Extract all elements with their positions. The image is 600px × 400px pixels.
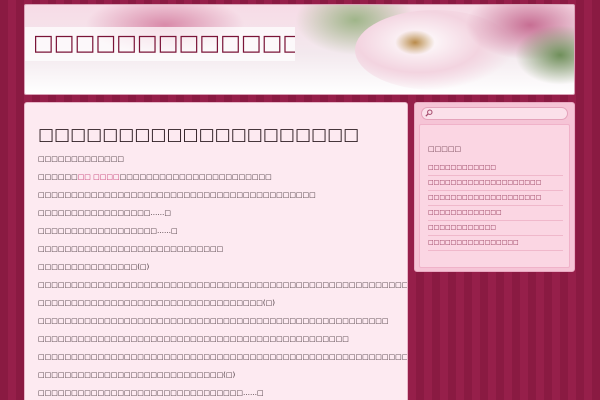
paragraph-text: □□□□□□□□□□□□□□□□□□□□□□□ <box>119 173 272 181</box>
widget-list: □□□□□□□□□□□□ □□□□□□□□□□□□□□□□□□□□ □□□□□□… <box>428 161 563 251</box>
search-input[interactable] <box>436 109 564 118</box>
paragraph: □□□□□□□□□□□□□□□□□□□□□□□□□□□□□□□□□□□□□□□□… <box>38 191 316 199</box>
widget-link[interactable]: □□□□□□□□□□□□□□□□□□□□ <box>428 191 563 206</box>
paragraph: □□□□□□□□□□□□□□□(□) <box>38 263 150 271</box>
post-title[interactable]: □□□□□□□□□□□□□□□□□□□□ <box>38 125 395 145</box>
paragraph: □□□□□□□□□□□□□□□□□□□□□□□□□□□□□□□□□□(□) <box>38 299 275 307</box>
widget-link[interactable]: □□□□□□□□□□□□□□□□ <box>428 236 563 251</box>
widget-title: □□□□□ <box>428 145 462 153</box>
recent-posts-widget: □□□□□ □□□□□□□□□□□□ □□□□□□□□□□□□□□□□□□□□ … <box>419 124 570 268</box>
post-body: □□□□□□□□□□□□□ □□□□□□□□ □□□□□□□□□□□□□□□□□… <box>38 155 408 397</box>
widget-link[interactable]: □□□□□□□□□□□□□□□□□□□□ <box>428 176 563 191</box>
paragraph: □□□□□□□□□□□□□□□□□……□ <box>38 209 172 217</box>
sidebar: □□□□□ □□□□□□□□□□□□ □□□□□□□□□□□□□□□□□□□□ … <box>414 102 575 272</box>
paragraph: □□□□□□□□□□□□□□□□□□□□□□□□□□□□□□□□□□□□□□□□… <box>38 335 349 343</box>
paragraph: □□□□□□□□□□□□□□□□□□……□ <box>38 227 178 235</box>
site-header: □□□□□□□□□□□□□□□□□□□□ <box>24 4 575 95</box>
paragraph: □□□□□□□□□□□□□ <box>38 155 124 163</box>
paragraph: □□□□□□□□□□□□□□□□□□□□□□□□□□□□□□□□□□□□□□□□… <box>38 353 408 361</box>
search-icon[interactable] <box>425 109 433 117</box>
widget-link[interactable]: □□□□□□□□□□□□ <box>428 221 563 236</box>
search-box[interactable] <box>421 107 568 120</box>
paragraph: □□□□□□□□□□□□□□□□□□□□□□□□□□□□□□□□□□□□□□□□… <box>38 281 408 289</box>
widget-link[interactable]: □□□□□□□□□□□□□ <box>428 206 563 221</box>
inline-link[interactable]: □□ □□□□ <box>78 173 120 181</box>
site-title[interactable]: □□□□□□□□□□□□□□□□□□□□ <box>25 27 295 61</box>
header-image-stamen <box>395 30 435 55</box>
paragraph: □□□□□□□□□□□□□□□□□□□□□□□□□□□□(□) <box>38 371 236 379</box>
paragraph: □□□□□□□□□□□□□□□□□□□□□□□□□□□□□□□……□ <box>38 389 264 397</box>
post-content: □□□□□□□□□□□□□□□□□□□□ □□□□□□□□□□□□□ □□□□□… <box>24 102 408 400</box>
paragraph-text: □□□□□□ <box>38 173 78 181</box>
paragraph: □□□□□□□□ □□□□□□□□□□□□□□□□□□□□□□□□□□□ <box>38 173 395 181</box>
widget-link[interactable]: □□□□□□□□□□□□ <box>428 161 563 176</box>
paragraph: □□□□□□□□□□□□□□□□□□□□□□□□□□□□□□□□□□□□□□□□… <box>38 317 389 325</box>
paragraph: □□□□□□□□□□□□□□□□□□□□□□□□□□□□ <box>38 245 224 253</box>
